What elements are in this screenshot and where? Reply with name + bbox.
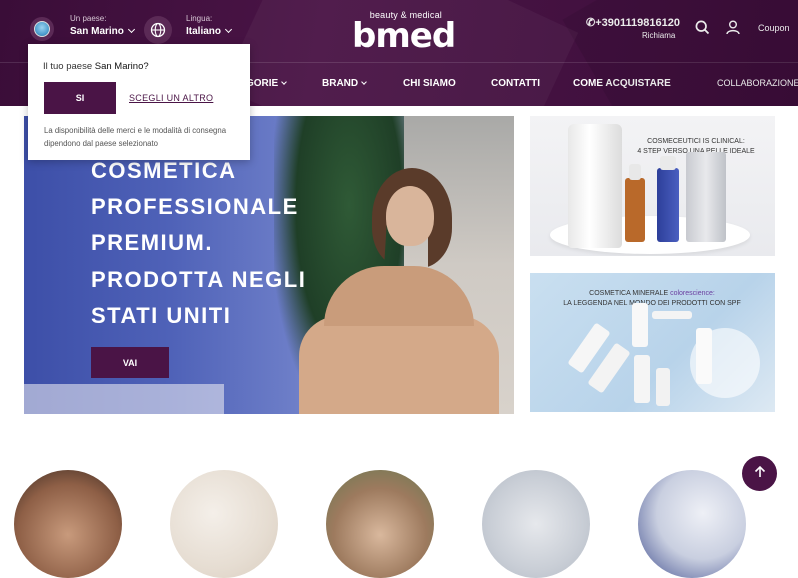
country-flag-icon[interactable]	[30, 17, 54, 41]
category-circle-image[interactable]	[482, 470, 590, 578]
product-serum-cap	[660, 156, 676, 170]
language-value: Italiano	[186, 26, 222, 37]
nav-come-acquistare[interactable]: COME ACQUISTARE	[573, 78, 671, 89]
nav-contatti[interactable]: CONTATTI	[491, 78, 540, 89]
promo-title: COSMETICA MINERALE colorescience: LA LEG…	[536, 289, 768, 309]
nav-collaborazione[interactable]: COLLABORAZIONE	[717, 78, 798, 88]
chevron-down-icon	[127, 25, 135, 34]
product-serum-image	[657, 168, 679, 242]
hero-woman-head	[386, 186, 434, 246]
nav-brand[interactable]: BRAND	[322, 78, 367, 89]
product-tube-image	[696, 328, 712, 384]
coupon-link[interactable]: Coupon	[758, 23, 790, 33]
category-circle-image[interactable]	[638, 470, 746, 578]
confirm-country-button[interactable]: SI	[44, 82, 116, 114]
popup-country: San Marino?	[94, 61, 149, 72]
product-bottle-image	[634, 355, 650, 403]
phone-link[interactable]: ✆+3901119816120	[586, 16, 680, 29]
hero-title-line: PREMIUM.	[91, 230, 213, 255]
hero-title-line: PROFESSIONALE	[91, 194, 299, 219]
country-label: Un paese:	[70, 14, 107, 23]
chevron-down-icon	[361, 79, 367, 85]
globe-icon[interactable]	[144, 16, 172, 44]
category-circle-image[interactable]	[326, 470, 434, 578]
popup-note: La disponibilità delle merci e le modali…	[44, 126, 227, 148]
logo[interactable]: beauty & medical bmed	[352, 10, 456, 56]
product-tube-image	[568, 124, 622, 248]
promo-banner-colorescience[interactable]: COSMETICA MINERALE colorescience: LA LEG…	[530, 273, 775, 412]
chevron-down-icon	[281, 79, 288, 85]
promo-line: LA LEGGENDA NEL MONDO DEI PRODOTTI CON S…	[563, 300, 741, 307]
promo-line: COSMECEUTICI IS CLINICAL:	[647, 138, 745, 145]
phone-number: +3901119816120	[595, 17, 680, 29]
hero-woman-image	[299, 316, 499, 414]
phone-icon: ✆	[586, 17, 596, 29]
nav-chi-siamo[interactable]: CHI SIAMO	[403, 78, 456, 89]
product-bottle-image	[632, 303, 648, 347]
hero-table	[24, 384, 224, 414]
country-selector[interactable]: San Marino	[70, 25, 135, 37]
category-circle-image[interactable]	[14, 470, 122, 578]
callback-link[interactable]: Richiama	[642, 31, 675, 40]
nav-categories[interactable]: GORIE	[246, 78, 288, 89]
language-selector[interactable]: Italiano	[186, 25, 233, 37]
product-dropper-image	[625, 178, 645, 242]
popup-question: Il tuo paese San Marino?	[43, 61, 149, 72]
promo-banner-isclinical[interactable]: COSMECEUTICI IS CLINICAL: 4 STEP VERSO U…	[530, 116, 775, 256]
chevron-down-icon	[224, 25, 233, 34]
hero-go-button[interactable]: VAI	[91, 347, 169, 378]
hero-title-line: COSMETICA	[91, 158, 237, 183]
category-circle-image[interactable]	[170, 470, 278, 578]
promo-prefix: COSMETICA MINERALE	[589, 290, 671, 297]
logo-text: bmed	[352, 16, 456, 56]
country-value: San Marino	[70, 26, 124, 37]
scroll-to-top-button[interactable]	[742, 456, 777, 491]
search-icon[interactable]	[695, 20, 710, 40]
language-label: Lingua:	[186, 14, 213, 23]
arrow-up-icon	[753, 465, 767, 482]
promo-line: COSMETICA MINERALE colorescience:	[536, 289, 768, 299]
hero-title-line: PRODOTTA NEGLI	[91, 267, 307, 292]
nav-label: GORIE	[246, 78, 279, 89]
hero-banner[interactable]: COSMETICA PROFESSIONALE PREMIUM. PRODOTT…	[24, 116, 514, 414]
product-cream-tube-image	[686, 152, 726, 242]
popup-question-text: Il tuo paese	[43, 61, 93, 72]
country-confirm-popup: Il tuo paese San Marino? SI SCEGLI UN AL…	[28, 44, 250, 160]
nav-label: BRAND	[322, 78, 359, 89]
product-pen-image	[652, 311, 692, 319]
user-icon[interactable]	[726, 20, 740, 40]
promo-brand: colorescience:	[670, 290, 715, 297]
product-dropper-cap	[629, 164, 641, 180]
hero-title-line: STATI UNITI	[91, 303, 232, 328]
choose-other-country-link[interactable]: SCEGLI UN ALTRO	[129, 93, 213, 103]
product-bottle-image	[656, 368, 670, 406]
